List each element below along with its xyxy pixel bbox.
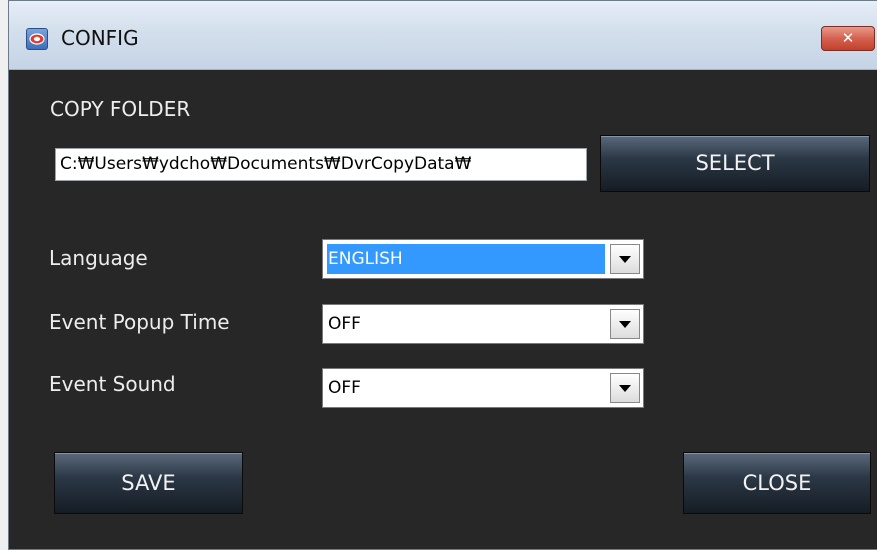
event-popup-time-value: OFF — [328, 314, 361, 334]
language-label: Language — [49, 246, 148, 270]
config-panel: COPY FOLDER C:₩Users₩ydcho₩Documents₩Dvr… — [9, 70, 877, 549]
save-button[interactable]: SAVE — [54, 452, 243, 514]
event-popup-time-label: Event Popup Time — [49, 310, 230, 334]
window-close-button[interactable]: ✕ — [821, 26, 875, 51]
language-dropdown-button[interactable] — [610, 244, 640, 274]
app-logo-icon — [26, 28, 48, 50]
language-select[interactable]: ENGLISH — [322, 239, 644, 279]
chevron-down-icon — [619, 256, 631, 263]
chevron-down-icon — [619, 385, 631, 392]
copy-folder-label: COPY FOLDER — [50, 97, 191, 121]
chevron-down-icon — [619, 321, 631, 328]
select-folder-button[interactable]: SELECT — [600, 135, 870, 192]
language-value: ENGLISH — [327, 244, 605, 274]
close-button[interactable]: CLOSE — [683, 452, 871, 514]
copy-folder-path-input[interactable]: C:₩Users₩ydcho₩Documents₩DvrCopyData₩ — [55, 148, 587, 181]
event-sound-select[interactable]: OFF — [322, 368, 644, 408]
window-title: CONFIG — [61, 26, 139, 50]
title-bar[interactable]: CONFIG ✕ — [9, 1, 877, 70]
event-sound-label: Event Sound — [49, 372, 176, 396]
config-window: CONFIG ✕ COPY FOLDER C:₩Users₩ydcho₩Docu… — [8, 0, 877, 550]
event-popup-time-select[interactable]: OFF — [322, 304, 644, 344]
event-sound-dropdown-button[interactable] — [610, 373, 640, 403]
event-popup-time-dropdown-button[interactable] — [610, 309, 640, 339]
event-sound-value: OFF — [328, 378, 361, 398]
close-icon: ✕ — [841, 29, 855, 47]
